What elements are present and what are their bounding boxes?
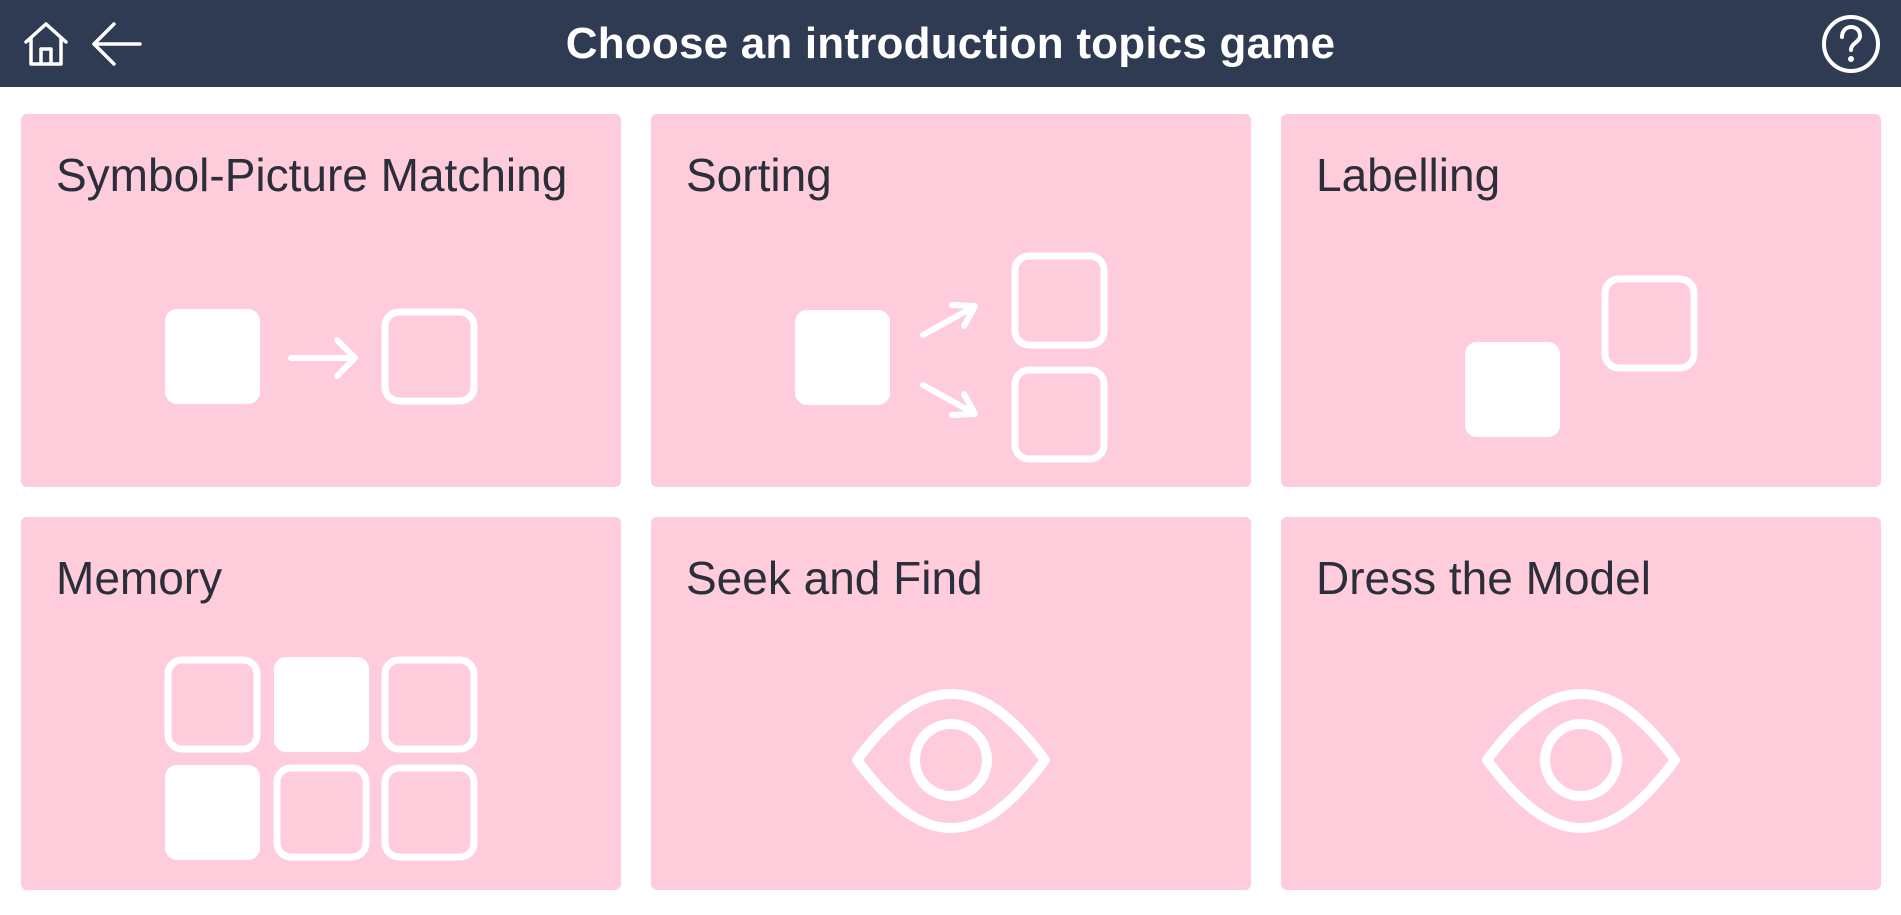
- labelling-icon: [1465, 275, 1698, 437]
- game-card-seek-and-find[interactable]: Seek and Find: [651, 517, 1251, 890]
- memory-grid-icon: [164, 656, 478, 861]
- help-button[interactable]: [1815, 0, 1887, 87]
- eye-icon: [852, 689, 1050, 833]
- game-card-memory[interactable]: Memory: [21, 517, 621, 890]
- game-card-sorting[interactable]: Sorting: [651, 114, 1251, 487]
- eye-icon: [1482, 689, 1680, 833]
- help-icon: [1822, 14, 1880, 73]
- game-card-dress-the-model[interactable]: Dress the Model: [1281, 517, 1881, 890]
- game-grid: Symbol-Picture Matching Sorting Labellin…: [0, 87, 1901, 915]
- matching-icon: [165, 308, 478, 405]
- game-card-labelling[interactable]: Labelling: [1281, 114, 1881, 487]
- game-card-symbol-picture-matching[interactable]: Symbol-Picture Matching: [21, 114, 621, 487]
- top-bar: Choose an introduction topics game: [0, 0, 1901, 87]
- sorting-icon: [795, 252, 1108, 463]
- page-title: Choose an introduction topics game: [565, 18, 1336, 68]
